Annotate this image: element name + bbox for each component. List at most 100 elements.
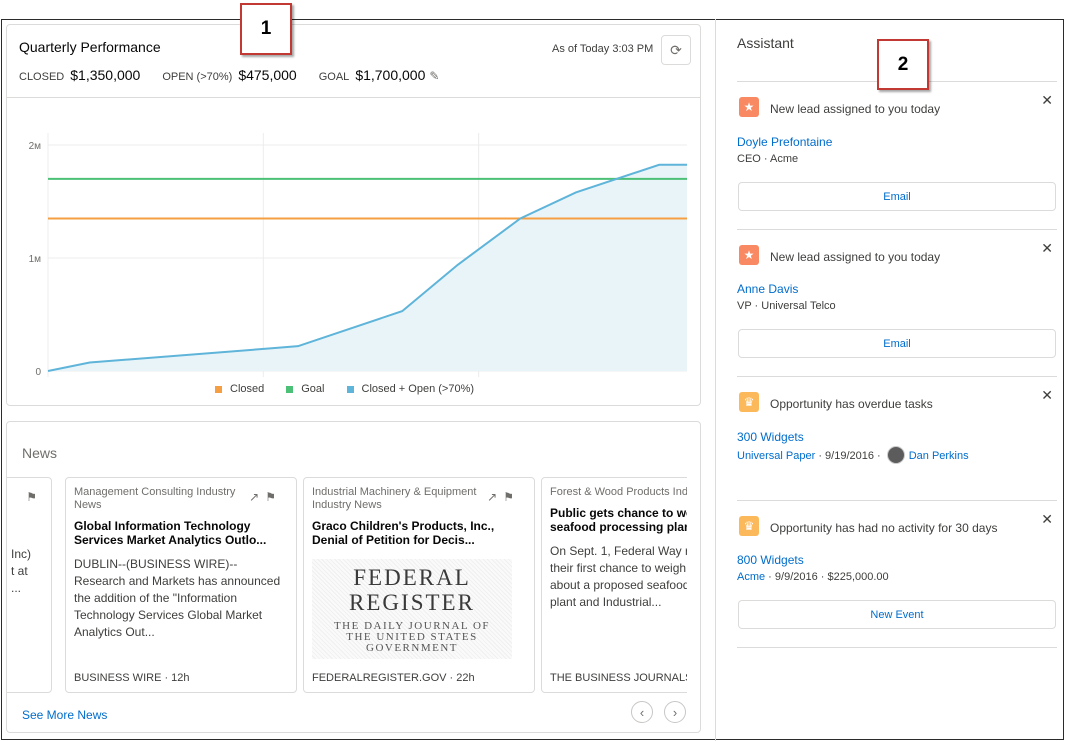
news-item[interactable]: Industrial Machinery & Equipment Industr… [303, 477, 535, 693]
news-headline[interactable]: Graco Children's Products, Inc., Denial … [312, 519, 526, 547]
open-label: OPEN (>70%) [162, 71, 233, 83]
share-icon[interactable]: ↗ [249, 490, 265, 504]
next-button[interactable]: › [664, 701, 686, 723]
close-icon[interactable]: ✕ [1041, 240, 1053, 257]
opportunity-date: · 9/19/2016 · [815, 449, 881, 462]
goal-value: $1,700,000 [355, 67, 426, 83]
legend-swatch [215, 385, 222, 393]
email-button[interactable]: Email [738, 182, 1056, 211]
legend-label: Closed + Open (>70%) [361, 383, 475, 395]
news-source: Forest & Wood Products Industry News [550, 486, 687, 498]
partial-text-line: ... [11, 581, 22, 595]
divider [7, 97, 700, 98]
chevron-left-icon: ‹ [639, 704, 645, 720]
image-text: REGISTER [349, 589, 475, 615]
partial-text-line: t at [11, 564, 28, 578]
image-text: FEDERAL [353, 564, 471, 590]
news-title: News [22, 445, 58, 461]
close-icon[interactable]: ✕ [1041, 387, 1053, 404]
legend-label: Goal [301, 383, 325, 395]
opportunity-subtitle: Universal Paper · 9/19/2016 · Dan Perkins [737, 446, 969, 465]
card-title: Quarterly Performance [19, 39, 161, 55]
lead-subtitle: VP · Universal Telco [737, 300, 836, 312]
edit-goal-pencil-icon[interactable]: ✎ [429, 69, 439, 83]
lead-icon: ★ [739, 245, 759, 265]
assistant-item-heading: Opportunity has overdue tasks [770, 397, 933, 411]
federal-register-image: FEDERAL REGISTER THE DAILY JOURNAL OF TH… [312, 559, 512, 659]
chart-legend: Closed Goal Closed + Open (>70%) [215, 383, 496, 395]
assistant-item-heading: New lead assigned to you today [770, 250, 941, 264]
previous-button[interactable]: ‹ [631, 701, 653, 723]
quarterly-performance-card: Quarterly Performance As of Today 3:03 P… [6, 24, 701, 406]
closed-label: CLOSED [19, 71, 65, 83]
refresh-button[interactable]: ⟳ [661, 35, 691, 65]
email-button[interactable]: Email [738, 329, 1056, 358]
assistant-item: ★ New lead assigned to you today ✕ Doyle… [737, 81, 1057, 229]
flag-icon[interactable]: ⚑ [503, 490, 520, 504]
flag-icon[interactable]: ⚑ [265, 490, 282, 504]
legend-item: Closed [215, 383, 264, 395]
legend-item: Closed + Open (>70%) [346, 383, 475, 395]
assistant-item-heading: New lead assigned to you today [770, 102, 941, 116]
callout-2: 2 [877, 39, 929, 90]
lead-name-link[interactable]: Doyle Prefontaine [737, 135, 832, 149]
news-source: Industrial Machinery & Equipment Industr… [312, 486, 477, 511]
news-source: Management Consulting Industry News [74, 486, 236, 511]
account-link[interactable]: Acme [737, 571, 765, 583]
opportunity-name-link[interactable]: 300 Widgets [737, 430, 804, 444]
image-text: THE UNITED STATES [346, 630, 478, 643]
goal-label: GOAL [318, 71, 350, 83]
avatar [886, 446, 905, 464]
as-of-timestamp: As of Today 3:03 PM [552, 43, 654, 55]
news-body: DUBLIN--(BUSINESS WIRE)--Research and Ma… [74, 557, 281, 639]
y-tick-label: 0 [35, 367, 41, 378]
open-value: $475,000 [238, 67, 297, 83]
refresh-icon: ⟳ [670, 41, 682, 58]
assistant-item-heading: Opportunity has had no activity for 30 d… [770, 521, 998, 535]
opportunity-name-link[interactable]: 800 Widgets [737, 553, 804, 567]
lead-name-link[interactable]: Anne Davis [737, 282, 798, 296]
lead-icon: ★ [739, 97, 759, 117]
flag-icon[interactable]: ⚑ [26, 490, 43, 504]
assistant-title: Assistant [737, 35, 794, 51]
closed-value: $1,350,000 [70, 67, 141, 83]
news-item[interactable]: Management Consulting Industry News ↗⚑ G… [65, 477, 297, 693]
news-item-partial[interactable]: ⚑ Inc) t at ... [7, 477, 52, 693]
y-tick-label: 1м [29, 254, 42, 265]
chevron-right-icon: › [672, 704, 678, 720]
legend-swatch [286, 385, 294, 393]
opportunity-icon: ♛ [739, 516, 759, 536]
see-more-news-link[interactable]: See More News [22, 708, 107, 722]
close-icon[interactable]: ✕ [1041, 92, 1053, 109]
series-area-closed-plus-open [48, 164, 687, 371]
news-footer: FEDERALREGISTER.GOV · 22h [312, 672, 475, 684]
news-headline[interactable]: Public gets chance to weigh in on seafoo… [550, 506, 687, 534]
opportunity-subtitle: Acme · 9/9/2016 · $225,000.00 [737, 571, 889, 583]
callout-1: 1 [240, 3, 292, 55]
legend-item: Goal [286, 383, 325, 395]
lead-subtitle: CEO · Acme [737, 153, 799, 165]
opportunity-detail: · 9/9/2016 · $225,000.00 [765, 571, 889, 583]
news-footer: THE BUSINESS JOURNALS · [550, 672, 687, 684]
image-text: THE DAILY JOURNAL OF [333, 619, 491, 632]
close-icon[interactable]: ✕ [1041, 511, 1053, 528]
kpi-row: CLOSED $1,350,000 OPEN (>70%) $475,000 G… [19, 67, 439, 83]
performance-chart: 2м1м0JulAugSep [29, 133, 687, 378]
share-icon[interactable]: ↗ [487, 490, 503, 504]
assistant-item: ★ New lead assigned to you today ✕ Anne … [737, 229, 1057, 377]
image-text: GOVERNMENT [366, 641, 458, 654]
account-link[interactable]: Universal Paper [737, 450, 815, 462]
legend-swatch [346, 385, 354, 393]
legend-label: Closed [230, 383, 265, 395]
news-footer: BUSINESS WIRE · 12h [74, 672, 190, 684]
news-headline[interactable]: Global Information Technology Services M… [74, 519, 288, 547]
panel-divider [715, 19, 716, 741]
new-event-button[interactable]: New Event [738, 600, 1056, 629]
news-carousel: ⚑ Inc) t at ... Management Consulting In… [7, 477, 687, 695]
news-item[interactable]: Forest & Wood Products Industry News Pub… [541, 477, 687, 693]
y-tick-label: 2м [29, 141, 42, 152]
owner-link[interactable]: Dan Perkins [909, 450, 969, 462]
partial-text-line: Inc) [11, 547, 32, 561]
news-body: On Sept. 1, Federal Way residents get th… [550, 544, 687, 609]
opportunity-icon: ♛ [739, 392, 759, 412]
